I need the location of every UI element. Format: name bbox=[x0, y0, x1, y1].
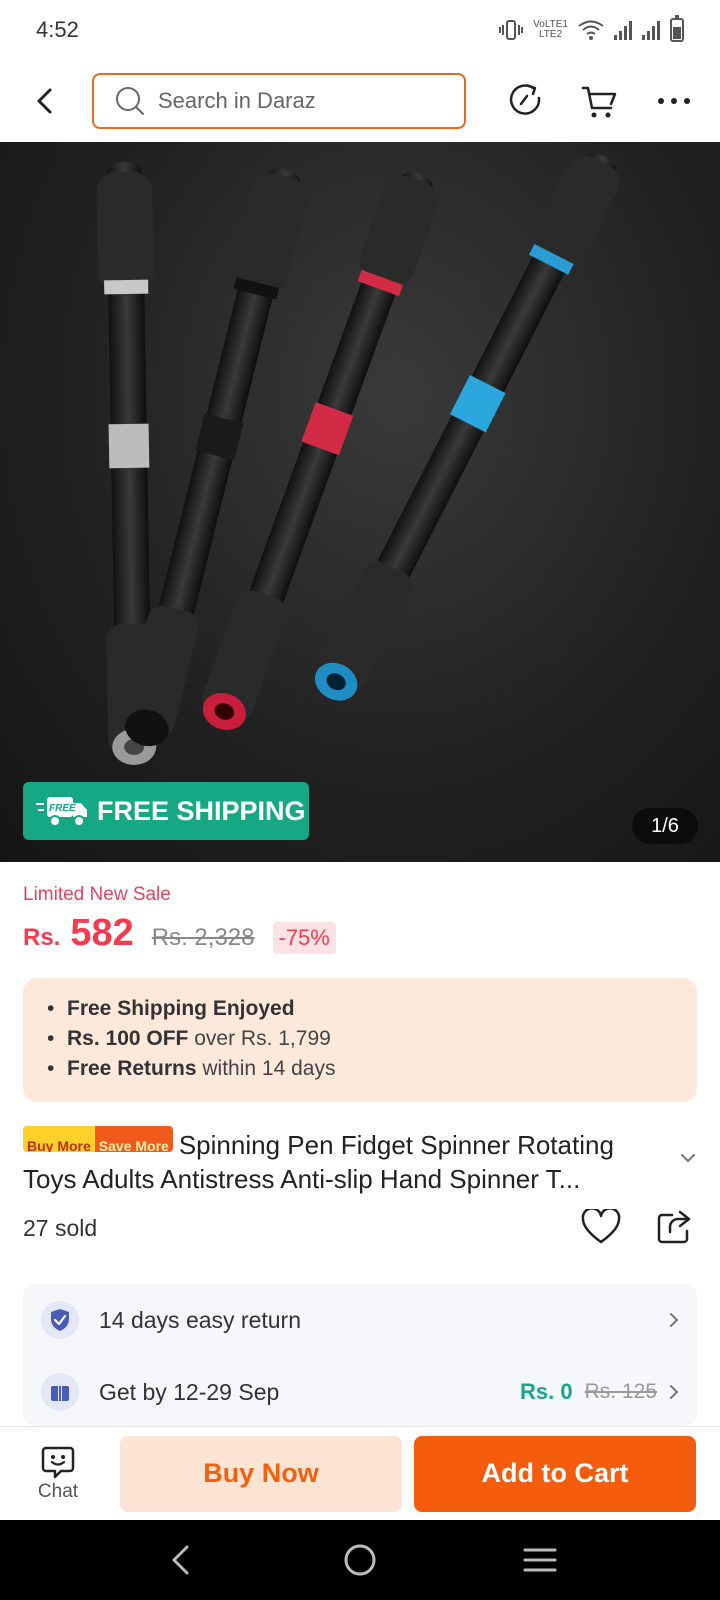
buy-now-button[interactable]: Buy Now bbox=[120, 1435, 402, 1512]
bottom-action-bar: Chat Buy Now Add to Cart bbox=[0, 1426, 720, 1520]
benefit-rest: within 14 days bbox=[196, 1057, 336, 1080]
benefit-rest: over Rs. 1,799 bbox=[188, 1027, 331, 1050]
chevron-down-icon bbox=[681, 1154, 695, 1163]
system-nav-bar bbox=[0, 1520, 720, 1600]
delivery-row[interactable]: Get by 12-29 Sep Rs. 0 Rs. 125 bbox=[23, 1356, 697, 1426]
price-row: Rs. 582 Rs. 2,328 -75% bbox=[23, 912, 336, 955]
return-policy-text: 14 days easy return bbox=[99, 1306, 302, 1333]
product-image-carousel[interactable]: FREE FREE SHIPPING 1/6 bbox=[0, 142, 720, 862]
price-currency: Rs. bbox=[23, 924, 61, 951]
signal-icon-1 bbox=[614, 20, 632, 40]
cart-icon bbox=[581, 86, 617, 118]
chevron-right-icon bbox=[670, 1385, 679, 1399]
shipping-fee-original: Rs. 125 bbox=[584, 1380, 657, 1403]
volte-line2: LTE2 bbox=[538, 29, 563, 40]
benefit-bold: Free Returns bbox=[67, 1057, 197, 1080]
image-page-indicator: 1/6 bbox=[632, 808, 698, 844]
system-home-button[interactable] bbox=[335, 1535, 385, 1585]
discount-badge: -75% bbox=[272, 922, 336, 954]
return-policy-right bbox=[669, 1312, 679, 1328]
promo-tag: Buy More Save More bbox=[23, 1126, 173, 1152]
original-price: Rs. 2,328 bbox=[151, 924, 255, 951]
shield-check-icon bbox=[41, 1301, 79, 1339]
free-badge-small-text: FREE bbox=[49, 803, 76, 814]
battery-icon bbox=[670, 15, 684, 42]
shipping-fee: Rs. 0 bbox=[520, 1379, 573, 1404]
chat-icon bbox=[41, 1446, 75, 1478]
system-home-icon bbox=[344, 1544, 376, 1576]
expand-title-button[interactable] bbox=[676, 1146, 700, 1170]
delivery-box-icon bbox=[41, 1373, 79, 1411]
share-icon bbox=[657, 1210, 691, 1244]
status-icons: VoLTE1 LTE2 bbox=[499, 15, 684, 42]
delivery-text: Get by 12-29 Sep bbox=[99, 1378, 280, 1405]
return-policy-row[interactable]: 14 days easy return bbox=[23, 1284, 697, 1356]
signal-icon-2 bbox=[642, 20, 660, 40]
product-title: Buy More Save More Spinning Pen Fidget Spi… bbox=[23, 1126, 663, 1196]
chevron-right-icon bbox=[670, 1313, 679, 1327]
search-input[interactable] bbox=[158, 88, 438, 114]
top-nav bbox=[0, 60, 720, 142]
current-price: 582 bbox=[70, 912, 134, 954]
benefit-bold: Free Shipping Enjoyed bbox=[67, 997, 295, 1020]
system-back-button[interactable] bbox=[155, 1535, 205, 1585]
more-icon bbox=[658, 98, 690, 104]
nav-actions bbox=[500, 75, 700, 127]
benefits-panel: Free Shipping Enjoyed Rs. 100 OFF over R… bbox=[23, 978, 697, 1102]
tag-buy-more: Buy More bbox=[23, 1126, 95, 1152]
system-back-icon bbox=[172, 1545, 189, 1575]
back-button[interactable] bbox=[20, 76, 70, 126]
benefit-bold: Rs. 100 OFF bbox=[67, 1027, 189, 1050]
refresh-icon bbox=[509, 84, 541, 115]
system-recents-icon bbox=[523, 1548, 557, 1572]
system-recents-button[interactable] bbox=[515, 1535, 565, 1585]
delivery-right: Rs. 0 Rs. 125 bbox=[520, 1379, 679, 1405]
status-time: 4:52 bbox=[36, 17, 79, 42]
share-button[interactable] bbox=[652, 1204, 696, 1250]
vibrate-icon bbox=[499, 20, 524, 40]
free-shipping-badge: FREE FREE SHIPPING bbox=[23, 782, 309, 840]
more-button[interactable] bbox=[648, 75, 700, 127]
cart-button[interactable] bbox=[574, 75, 626, 127]
add-to-cart-button[interactable]: Add to Cart bbox=[414, 1435, 696, 1512]
status-bar: 4:52 VoLTE1 LTE2 bbox=[0, 0, 720, 60]
chat-label: Chat bbox=[37, 1480, 79, 1502]
tag-save-more: Save More bbox=[94, 1126, 173, 1152]
sold-count: 27 sold bbox=[23, 1215, 98, 1241]
wifi-icon bbox=[578, 20, 604, 40]
benefit-item: Rs. 100 OFF over Rs. 1,799 bbox=[47, 1024, 673, 1054]
volte-indicator: VoLTE1 LTE2 bbox=[533, 20, 568, 40]
delivery-truck-icon: FREE bbox=[36, 797, 87, 827]
search-icon bbox=[116, 87, 144, 115]
sale-label: Limited New Sale bbox=[23, 884, 171, 905]
search-box[interactable] bbox=[92, 73, 466, 129]
product-photo bbox=[96, 152, 620, 765]
wishlist-button[interactable] bbox=[578, 1204, 624, 1250]
free-shipping-label: FREE SHIPPING bbox=[97, 795, 306, 826]
chat-button[interactable]: Chat bbox=[10, 1445, 106, 1503]
benefit-item: Free Shipping Enjoyed bbox=[47, 994, 673, 1024]
service-card: 14 days easy return Get by 12-29 Sep Rs.… bbox=[23, 1284, 697, 1426]
refresh-button[interactable] bbox=[500, 75, 552, 127]
benefit-item: Free Returns within 14 days bbox=[47, 1054, 673, 1084]
heart-icon bbox=[581, 1209, 621, 1244]
chevron-left-icon bbox=[37, 88, 52, 114]
